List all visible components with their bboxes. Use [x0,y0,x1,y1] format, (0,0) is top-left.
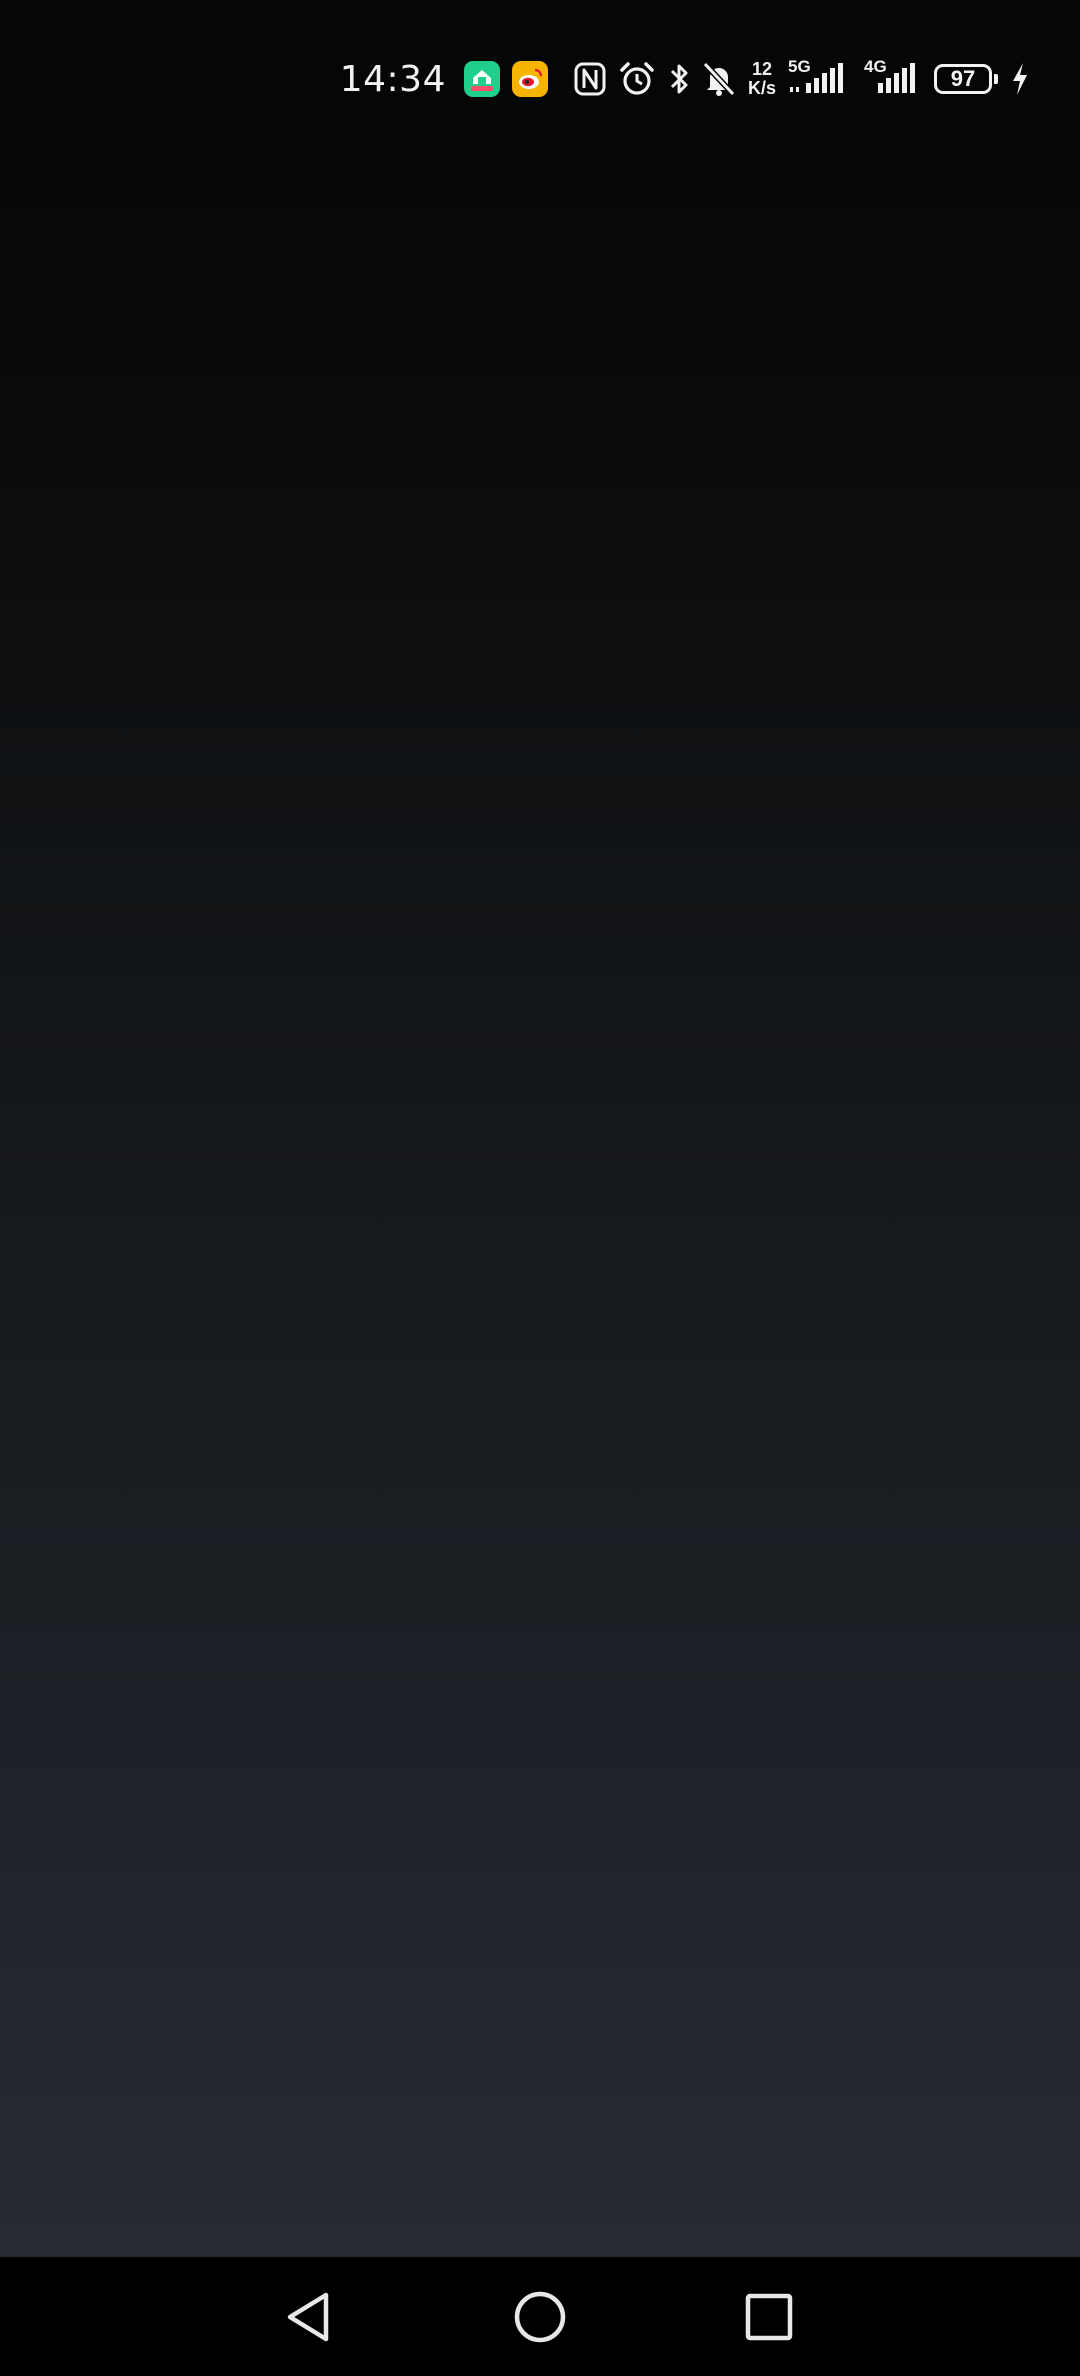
status-time: 14:34 [339,58,446,100]
network-speed-unit: K/s [747,78,776,98]
signal-5g-label: 5G [788,57,811,76]
status-bar: 14:34 12 K/s 5G 4G 97 [0,0,1080,120]
recents-icon [745,2293,793,2341]
status-bar-right: 14:34 12 K/s 5G 4G 97 [340,54,1030,104]
back-button[interactable] [270,2277,350,2357]
signal-5g: 5G [788,57,852,97]
nfc-icon [574,62,606,96]
back-icon [287,2292,329,2342]
recents-button[interactable] [729,2277,809,2357]
alarm-icon [618,61,656,97]
app-store-icon [463,61,500,97]
battery-tip [994,74,998,84]
bluetooth-icon [668,61,690,97]
network-speed: 12 K/s [748,60,776,98]
mute-bell-icon [702,61,736,97]
home-icon [514,2291,566,2343]
signal-4g: 4G [864,57,922,97]
phone-screen: 14:34 12 K/s 5G 4G 97 [0,0,1080,2376]
app-content-blank [0,120,1080,2257]
weibo-icon [511,61,548,97]
navigation-bar [0,2257,1080,2376]
home-button[interactable] [500,2277,580,2357]
network-speed-value: 12 [751,59,772,79]
battery-indicator: 97 [934,64,998,94]
battery-level: 97 [934,64,992,94]
signal-4g-label: 4G [864,57,887,76]
charging-bolt-icon [1010,61,1030,97]
